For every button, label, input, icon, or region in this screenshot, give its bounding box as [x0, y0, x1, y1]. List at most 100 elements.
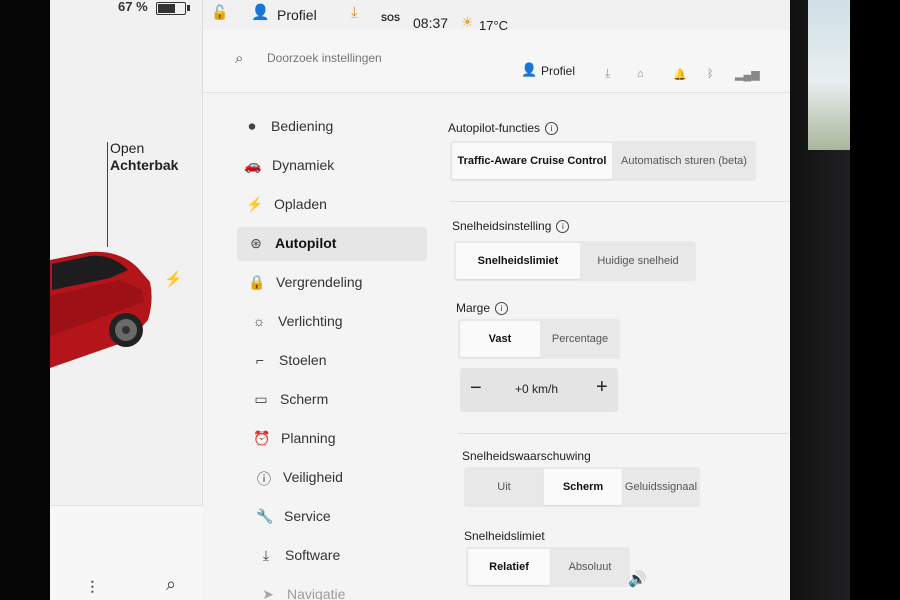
option-percentage[interactable]: Percentage — [542, 321, 618, 357]
battery-status: 67 % — [50, 0, 202, 18]
nav-item-label: Verlichting — [278, 313, 343, 329]
nav-item-vergrendeling[interactable]: 🔒 Vergrendeling — [238, 266, 428, 300]
decrease-button[interactable]: − — [470, 377, 482, 400]
option-autosteer[interactable]: Automatisch sturen (beta) — [614, 143, 754, 179]
nav-item-label: Service — [284, 508, 331, 524]
nav-item-verlichting[interactable]: ☼ Verlichting — [240, 305, 430, 339]
info-icon[interactable]: i — [495, 302, 509, 316]
window-view — [808, 0, 850, 150]
increase-button[interactable]: + — [596, 376, 608, 399]
charge-port-icon[interactable]: ⚡ — [164, 270, 183, 288]
battery-percent: 67 % — [118, 0, 148, 14]
download-icon: ⤓ — [262, 547, 270, 563]
nav-item-bediening[interactable]: ⏺ Bediening — [233, 110, 423, 144]
option-current-speed[interactable]: Huidige snelheid — [582, 243, 694, 279]
option-relative[interactable]: Relatief — [468, 549, 550, 585]
trunk-label-open: Open — [110, 140, 145, 156]
screen-bezel-left — [0, 0, 50, 600]
option-percentage-label: Percentage — [551, 333, 609, 345]
battery-tip — [187, 5, 190, 11]
nav-item-autopilot[interactable]: ⊛ Autopilot — [237, 227, 427, 261]
battery-fill — [158, 4, 176, 13]
volume-icon[interactable]: 🔊 — [628, 570, 647, 588]
option-speed-limit-label: Snelheidslimiet — [477, 255, 559, 267]
margin-label: Marge — [456, 301, 491, 315]
option-off[interactable]: Uit — [466, 469, 542, 505]
option-fixed[interactable]: Vast — [460, 321, 540, 357]
info-icon[interactable]: i — [556, 220, 570, 234]
settings-area: 🔓 👤 Profiel ⤓ SOS 08:37 ☀ 17°C ⌕ 👤 Profi… — [203, 0, 790, 600]
light-icon: ☼ — [252, 313, 266, 329]
option-screen[interactable]: Scherm — [544, 469, 622, 505]
settings-header: ⌕ 👤 Profiel ⤓ ⌂ 🔔 ᛒ ▂▄▆ — [203, 30, 790, 93]
battery-icon — [156, 2, 186, 15]
bell-icon[interactable]: 🔔 — [673, 68, 687, 81]
speed-setting-title: Snelheidsinstelling i — [452, 219, 570, 234]
download-icon[interactable]: ⤓ — [605, 66, 610, 81]
search-icon[interactable]: ⌕ — [166, 574, 176, 595]
open-trunk-button[interactable]: Open Achterbak — [110, 140, 178, 174]
nav-item-planning[interactable]: ⏰ Planning — [243, 422, 433, 456]
nav-item-label: Stoelen — [279, 352, 327, 368]
nav-item-label: Dynamiek — [272, 157, 335, 173]
settings-search-input[interactable] — [265, 50, 469, 66]
garage-icon[interactable]: ⌂ — [637, 68, 644, 80]
trunk-label-trunk: Achterbak — [110, 157, 179, 173]
person-icon: 👤 — [251, 4, 270, 21]
bluetooth-icon[interactable]: ᛒ — [707, 68, 714, 80]
sliders-icon[interactable]: ⫶ — [90, 578, 95, 599]
nav-item-stoelen[interactable]: ⌐ Stoelen — [241, 344, 431, 378]
profile-label[interactable]: Profiel — [277, 7, 317, 23]
option-tacc[interactable]: Traffic-Aware Cruise Control — [452, 143, 612, 179]
option-sound-label: Geluidssignaal — [624, 481, 698, 493]
alert-icon: ⓘ — [257, 471, 271, 487]
option-fixed-label: Vast — [488, 333, 512, 345]
clock: 08:37 — [413, 15, 449, 31]
nav-item-opladen[interactable]: ⚡ Opladen — [236, 188, 426, 222]
option-current-speed-label: Huidige snelheid — [597, 255, 679, 267]
option-tacc-label: Traffic-Aware Cruise Control — [457, 155, 607, 167]
nav-item-navigatie[interactable]: ➤ Navigatie — [249, 578, 439, 600]
lock-icon: 🔒 — [248, 274, 266, 290]
profile-button[interactable]: Profiel — [541, 64, 575, 78]
option-relative-label: Relatief — [489, 561, 529, 573]
alarm-clock-icon: ⏰ — [253, 430, 271, 446]
nav-item-software[interactable]: ⤓ Software — [247, 539, 437, 573]
autopilot-functions-title: Autopilot-functies i — [448, 121, 559, 136]
nav-item-label: Opladen — [274, 196, 327, 212]
option-speed-limit[interactable]: Snelheidslimiet — [456, 243, 580, 279]
nav-item-veiligheid[interactable]: ⓘ Veiligheid — [245, 461, 435, 495]
nav-item-label: Bediening — [271, 118, 334, 134]
top-status-bar: 🔓 👤 Profiel ⤓ SOS 08:37 ☀ 17°C — [203, 0, 790, 33]
nav-item-label: Autopilot — [275, 235, 337, 251]
nav-item-label: Planning — [281, 430, 336, 446]
navigation-icon: ➤ — [262, 586, 274, 600]
info-icon[interactable]: i — [545, 122, 559, 136]
margin-value: +0 km/h — [515, 382, 559, 396]
car-status-panel: 67 % Open Achterbak ⚡ ⫶ ⌕ — [50, 0, 210, 600]
steering-wheel-icon: ⊛ — [250, 235, 262, 251]
nav-item-service[interactable]: 🔧 Service — [246, 500, 436, 534]
speed-limit-title: Snelheidslimiet — [464, 529, 545, 543]
signal-icon: ▂▄▆ — [735, 69, 760, 81]
option-screen-label: Scherm — [562, 481, 604, 493]
frame-edge — [850, 0, 900, 600]
divider — [450, 201, 790, 202]
nav-item-dynamiek[interactable]: 🚗 Dynamiek — [234, 149, 424, 183]
nav-item-label: Veiligheid — [283, 469, 343, 485]
option-sound[interactable]: Geluidssignaal — [624, 469, 698, 505]
software-update-icon[interactable]: ⤓ — [351, 4, 358, 21]
speed-limit-selector: Relatief Absoluut — [466, 547, 630, 587]
option-absolute[interactable]: Absoluut — [552, 549, 628, 585]
nav-item-label: Scherm — [280, 391, 329, 407]
unlock-icon[interactable]: 🔓 — [211, 4, 228, 21]
screen-icon: ▭ — [254, 391, 268, 407]
sos-icon[interactable]: SOS — [381, 13, 400, 23]
nav-item-scherm[interactable]: ▭ Scherm — [242, 383, 432, 417]
seat-icon: ⌐ — [255, 352, 265, 368]
sun-icon: ☀ — [461, 14, 474, 30]
option-absolute-label: Absoluut — [568, 561, 612, 573]
car-image — [50, 251, 152, 368]
car-icon: 🚗 — [244, 157, 262, 173]
speed-warning-selector: Uit Scherm Geluidssignaal — [464, 467, 700, 507]
